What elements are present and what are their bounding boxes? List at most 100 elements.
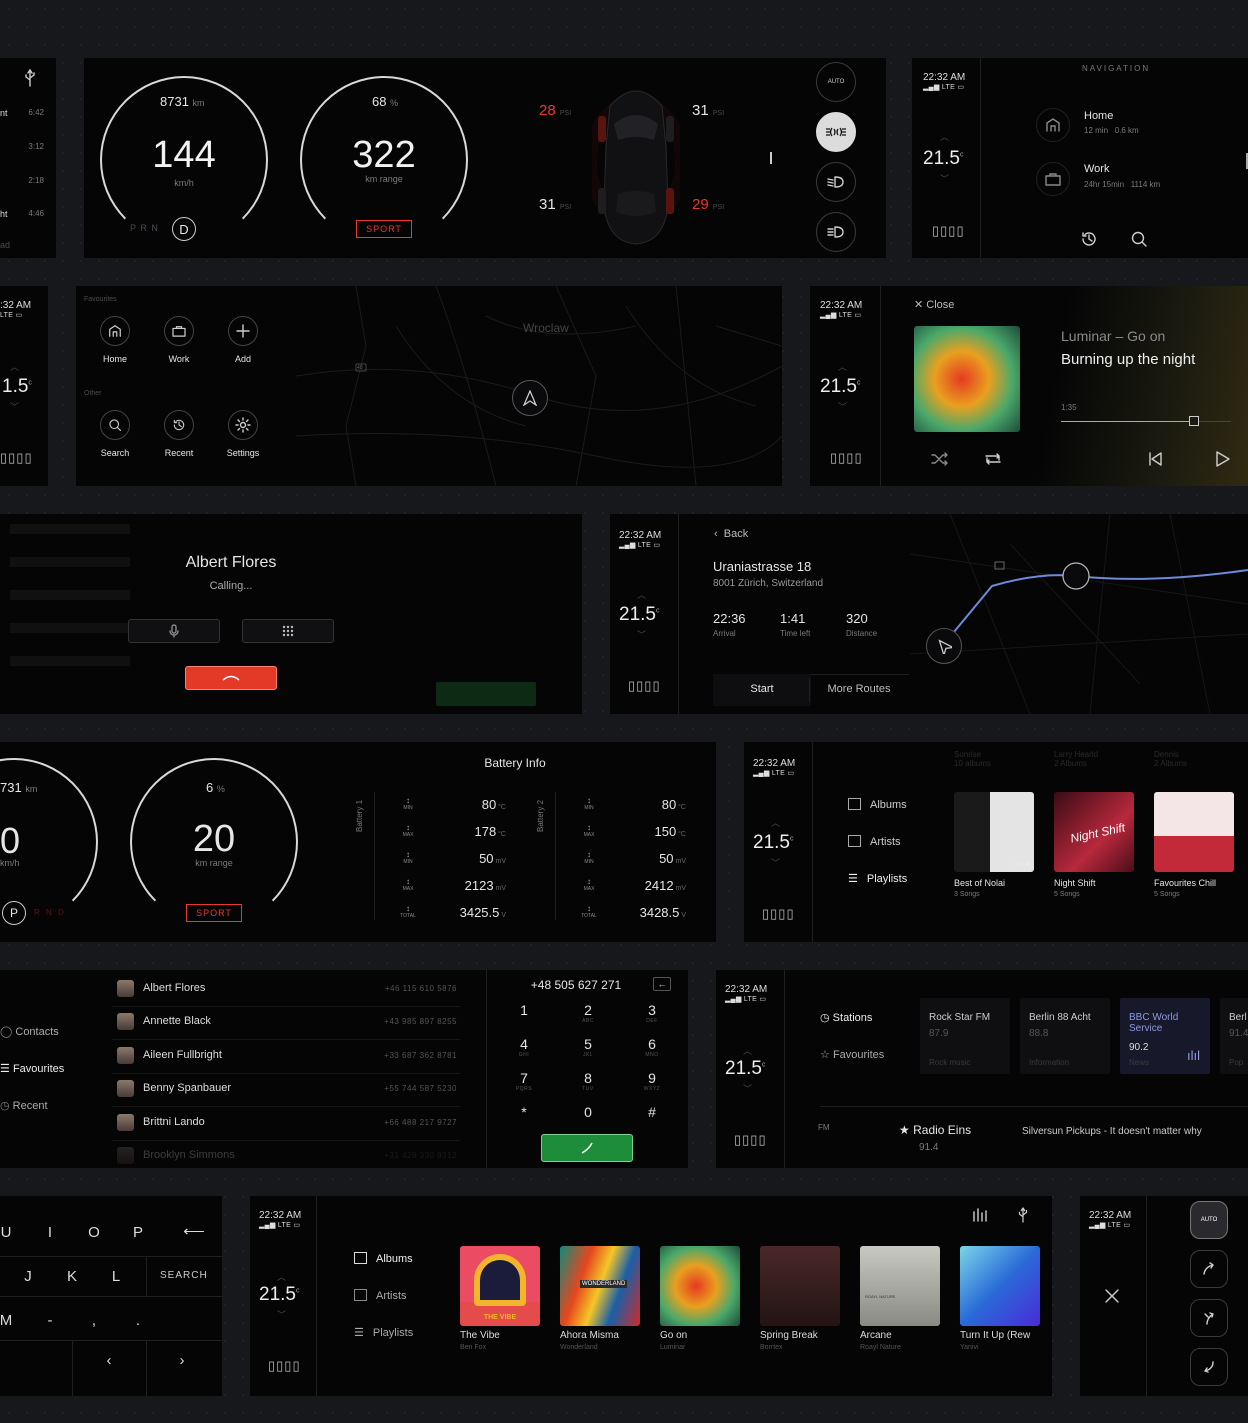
drive-mode-badge[interactable]: SPORT	[186, 904, 242, 922]
other-search-button[interactable]	[100, 410, 130, 440]
album-cover[interactable]: WONDERLAND	[560, 1246, 640, 1326]
cursor-right-key[interactable]: ›	[162, 1352, 202, 1369]
play-icon[interactable]	[1214, 451, 1230, 467]
trip-row[interactable]: ht 4:46	[0, 209, 44, 219]
fav-home-button[interactable]	[100, 316, 130, 346]
album-cover[interactable]	[660, 1246, 740, 1326]
dial-key[interactable]: 3 DEF	[627, 1002, 677, 1024]
key-l[interactable]: L	[96, 1268, 136, 1285]
albums-tab[interactable]: Albums	[848, 798, 907, 811]
high-beam-button[interactable]	[816, 212, 856, 252]
contact-row[interactable]: Brooklyn Simmons +31 428 330 9312	[117, 1147, 457, 1165]
fan-speed[interactable]: ▯▯▯▯	[932, 223, 965, 239]
fav-work-button[interactable]	[164, 316, 194, 346]
key-u[interactable]: U	[0, 1224, 26, 1241]
drive-mode-badge[interactable]: SPORT	[356, 220, 412, 238]
radio-station-card[interactable]: Berl Run 91.4 Pop	[1220, 998, 1248, 1074]
dial-key[interactable]: 1	[499, 1002, 549, 1018]
nav-work-icon-button[interactable]	[1036, 162, 1070, 196]
cabin-temperature[interactable]: 21.5c	[923, 148, 963, 170]
favourites-tab[interactable]: ☆ Favourites	[820, 1048, 884, 1061]
fog-light-button[interactable]	[816, 112, 856, 152]
auto-mode-button[interactable]: AUTO	[1190, 1201, 1228, 1239]
dial-key[interactable]: 4 GHI	[499, 1036, 549, 1058]
fav-add-button[interactable]	[228, 316, 258, 346]
album-cover[interactable]	[960, 1246, 1040, 1326]
cabin-temperature[interactable]: 21.5c	[725, 1058, 765, 1080]
dial-key[interactable]: 2 ABC	[563, 1002, 613, 1024]
progress-handle[interactable]	[1188, 416, 1199, 426]
close-icon[interactable]	[1104, 1288, 1120, 1304]
radio-station-card[interactable]: Rock Star FM 87.9 Rock music	[920, 998, 1010, 1074]
key-comma[interactable]: ,	[74, 1312, 114, 1329]
cabin-temperature[interactable]: 21.5c	[259, 1284, 299, 1306]
radio-station-card[interactable]: BBC World Service 90.2 News ılıl	[1120, 998, 1210, 1074]
usb-icon[interactable]	[1016, 1206, 1030, 1224]
key-k[interactable]: K	[52, 1268, 92, 1285]
stations-tab[interactable]: ◷ Stations	[820, 1011, 872, 1024]
playlists-tab[interactable]: ☰ Playlists	[354, 1326, 413, 1339]
fan-speed[interactable]: ▯▯▯▯	[762, 906, 795, 922]
lane-assist-button[interactable]	[1190, 1250, 1228, 1288]
dial-key[interactable]: 6 MNO	[627, 1036, 677, 1058]
cabin-temperature[interactable]: 21.5c	[753, 832, 793, 854]
start-navigation-button[interactable]: Start	[713, 674, 811, 706]
album-cover[interactable]	[760, 1246, 840, 1326]
contact-row[interactable]: Albert Flores +46 115 610 5876	[117, 980, 457, 998]
fan-speed[interactable]: ▯▯▯▯	[0, 450, 33, 466]
other-settings-button[interactable]	[228, 410, 258, 440]
cabin-temperature[interactable]: 1.5c	[2, 376, 32, 398]
nav-work-label[interactable]: Work	[1084, 163, 1109, 175]
end-call-button[interactable]	[185, 666, 277, 690]
close-button[interactable]: ✕ Close	[914, 298, 954, 311]
backspace-key[interactable]: ⟵	[174, 1222, 214, 1240]
park-assist-button[interactable]	[1190, 1348, 1228, 1386]
key-dash[interactable]: -	[30, 1312, 70, 1329]
low-beam-button[interactable]	[816, 162, 856, 202]
search-key[interactable]: SEARCH	[160, 1270, 208, 1281]
artists-tab[interactable]: Artists	[354, 1289, 407, 1302]
dial-key[interactable]: #	[627, 1104, 677, 1120]
dial-key[interactable]: 7 PQRS	[499, 1070, 549, 1092]
contact-row[interactable]: Annette Black +43 985 897 8255	[117, 1013, 457, 1031]
trip-row[interactable]: nt 6:42	[0, 108, 44, 118]
key-p[interactable]: P	[118, 1224, 158, 1241]
dial-key[interactable]: 9 WXYZ	[627, 1070, 677, 1092]
cabin-temperature[interactable]: 21.5c	[619, 604, 659, 626]
contact-row[interactable]: Brittni Lando +66 488 217 9727	[117, 1114, 457, 1132]
fan-speed[interactable]: ▯▯▯▯	[830, 450, 863, 466]
album-cover[interactable]: THE VIBE	[460, 1246, 540, 1326]
key-m[interactable]: M	[0, 1312, 26, 1329]
dial-key[interactable]: 0	[563, 1104, 613, 1120]
more-routes-button[interactable]: More Routes	[810, 674, 908, 706]
gear-indicator[interactable]: P	[2, 901, 26, 925]
fan-speed[interactable]: ▯▯▯▯	[628, 678, 661, 694]
playlist-cover[interactable]: NOLAI	[954, 792, 1034, 872]
playlists-tab[interactable]: ☰ Playlists	[848, 872, 907, 885]
search-icon[interactable]	[1130, 230, 1148, 248]
trip-row[interactable]: ad	[0, 240, 10, 250]
playlist-cover[interactable]: Night Shift	[1054, 792, 1134, 872]
contacts-tab[interactable]: ◯ Contacts	[0, 1025, 59, 1038]
current-location-marker[interactable]	[512, 380, 548, 416]
keypad-button[interactable]	[242, 619, 334, 643]
key-j[interactable]: J	[8, 1268, 48, 1285]
favourites-tab[interactable]: ☰ Favourites	[0, 1062, 64, 1075]
cabin-temperature[interactable]: 21.5c	[820, 376, 860, 398]
cursor-left-key[interactable]: ‹	[89, 1352, 129, 1369]
lane-change-button[interactable]	[1190, 1299, 1228, 1337]
shuffle-icon[interactable]	[931, 452, 949, 466]
other-recent-button[interactable]	[164, 410, 194, 440]
mute-button[interactable]	[128, 619, 220, 643]
fan-speed[interactable]: ▯▯▯▯	[734, 1132, 767, 1148]
radio-station-card[interactable]: Berlin 88 Acht 88.8 Information	[1020, 998, 1110, 1074]
nav-home-icon-button[interactable]	[1036, 108, 1070, 142]
nav-home-label[interactable]: Home	[1084, 110, 1113, 122]
artists-tab[interactable]: Artists	[848, 835, 901, 848]
equalizer-icon[interactable]	[972, 1207, 990, 1223]
contact-row[interactable]: Benny Spanbauer +55 744 587 5230	[117, 1080, 457, 1098]
key-i[interactable]: I	[30, 1224, 70, 1241]
key-o[interactable]: O	[74, 1224, 114, 1241]
albums-tab[interactable]: Albums	[354, 1252, 413, 1265]
auto-lights-button[interactable]: AUTO	[816, 62, 856, 102]
